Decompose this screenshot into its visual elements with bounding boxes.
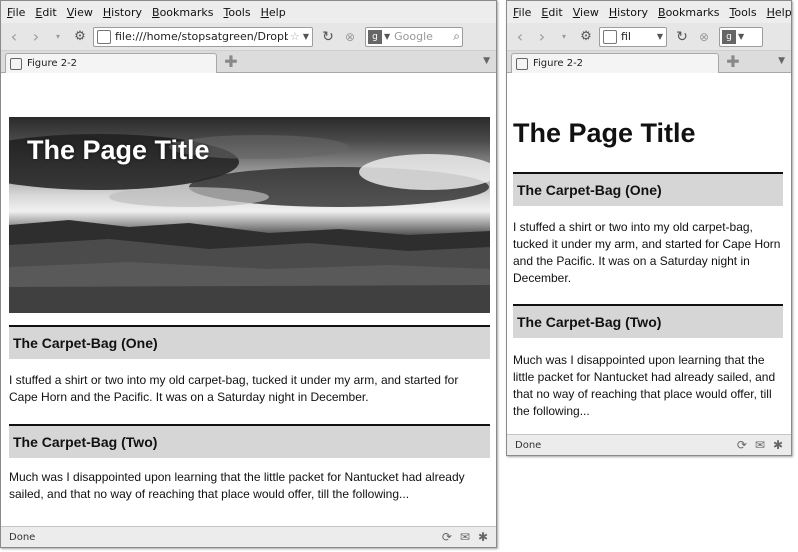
section-heading-two: The Carpet-Bag (Two) xyxy=(9,424,490,458)
history-dropdown-icon[interactable]: ▾ xyxy=(555,28,573,46)
section-heading-one: The Carpet-Bag (One) xyxy=(513,172,783,206)
chevron-down-icon[interactable]: ▼ xyxy=(483,56,490,66)
page-icon xyxy=(97,29,111,44)
browser-window-small: File Edit View History Bookmarks Tools H… xyxy=(506,0,792,456)
bug-icon[interactable]: ✱ xyxy=(478,530,488,544)
tab-title: Figure 2-2 xyxy=(533,58,584,69)
forward-button[interactable]: › xyxy=(27,27,45,46)
sync-icon[interactable]: ⟳ xyxy=(442,530,452,544)
menu-history[interactable]: History xyxy=(609,6,648,19)
menu-edit[interactable]: Edit xyxy=(35,6,56,19)
tab-title: Figure 2-2 xyxy=(27,58,78,69)
sync-icon[interactable]: ⟳ xyxy=(737,438,747,452)
search-engine-icon[interactable]: g xyxy=(368,29,382,44)
menu-file[interactable]: File xyxy=(7,6,25,19)
home-icon[interactable]: ⚙ xyxy=(71,28,89,46)
plus-icon[interactable]: ✚ xyxy=(223,54,239,70)
tab-bar: Figure 2-2 ✚ ▼ xyxy=(507,51,791,73)
section-heading-two: The Carpet-Bag (Two) xyxy=(513,304,783,338)
browser-window-large: File Edit View History Bookmarks Tools H… xyxy=(0,0,497,548)
chevron-down-icon[interactable]: ▼ xyxy=(778,56,785,66)
hero-banner-image: The Page Title xyxy=(9,117,490,313)
tab-bar: Figure 2-2 ✚ ▼ xyxy=(1,51,496,73)
navigation-toolbar: ‹ › ▾ ⚙ file:///home/stopsatgreen/Dropbo… xyxy=(1,23,496,51)
magnifier-icon[interactable]: ⌕ xyxy=(453,29,460,44)
menu-bookmarks[interactable]: Bookmarks xyxy=(658,6,719,19)
navigation-toolbar: ‹ › ▾ ⚙ fil ▼ ↻ ⊗ g ▼ xyxy=(507,23,791,51)
menu-bookmarks[interactable]: Bookmarks xyxy=(152,6,213,19)
tab-figure-2-2[interactable]: Figure 2-2 xyxy=(511,53,719,73)
reload-icon[interactable]: ↻ xyxy=(319,28,337,46)
forward-button[interactable]: › xyxy=(533,27,551,46)
menu-tools[interactable]: Tools xyxy=(729,6,756,19)
search-bar[interactable]: g ▼ xyxy=(719,26,763,47)
tab-figure-2-2[interactable]: Figure 2-2 xyxy=(5,53,217,73)
search-engine-icon[interactable]: g xyxy=(722,29,736,44)
search-placeholder[interactable]: Google xyxy=(394,30,453,43)
page-icon xyxy=(603,29,617,44)
page-title: The Page Title xyxy=(27,135,210,165)
plus-icon[interactable]: ✚ xyxy=(725,54,741,70)
section-text-two: Much was I disappointed upon learning th… xyxy=(513,353,776,418)
status-bar: Done ⟳ ✉ ✱ xyxy=(507,434,791,455)
url-text[interactable]: fil xyxy=(621,30,654,43)
section-text-one: I stuffed a shirt or two into my old car… xyxy=(513,220,781,285)
section-text-one: I stuffed a shirt or two into my old car… xyxy=(9,373,459,404)
status-text: Done xyxy=(9,531,36,543)
url-bar[interactable]: fil ▼ xyxy=(599,26,667,47)
home-icon[interactable]: ⚙ xyxy=(577,28,595,46)
menu-edit[interactable]: Edit xyxy=(541,6,562,19)
menu-file[interactable]: File xyxy=(513,6,531,19)
search-engine-dropdown-icon[interactable]: ▼ xyxy=(384,32,390,41)
stop-icon[interactable]: ⊗ xyxy=(695,28,713,46)
back-button[interactable]: ‹ xyxy=(5,27,23,46)
search-engine-dropdown-icon[interactable]: ▼ xyxy=(738,32,744,41)
status-text: Done xyxy=(515,439,542,451)
url-dropdown-icon[interactable]: ▼ xyxy=(303,32,309,41)
page-icon xyxy=(10,57,22,70)
menubar: File Edit View History Bookmarks Tools H… xyxy=(1,1,496,23)
menu-help[interactable]: Help xyxy=(261,6,286,19)
url-text[interactable]: file:///home/stopsatgreen/Dropbox xyxy=(115,30,288,43)
history-dropdown-icon[interactable]: ▾ xyxy=(49,28,67,46)
bug-icon[interactable]: ✱ xyxy=(773,438,783,452)
back-button[interactable]: ‹ xyxy=(511,27,529,46)
mail-icon[interactable]: ✉ xyxy=(755,438,765,452)
menu-view[interactable]: View xyxy=(67,6,93,19)
section-heading-one: The Carpet-Bag (One) xyxy=(9,325,490,359)
menubar: File Edit View History Bookmarks Tools H… xyxy=(507,1,791,23)
stop-icon[interactable]: ⊗ xyxy=(341,28,359,46)
page-title: The Page Title xyxy=(513,118,696,148)
section-text-two: Much was I disappointed upon learning th… xyxy=(9,470,465,501)
page-content: The Page Title The Carpet-Bag (One) I st… xyxy=(507,74,791,434)
reload-icon[interactable]: ↻ xyxy=(673,28,691,46)
menu-help[interactable]: Help xyxy=(767,6,791,19)
status-bar: Done ⟳ ✉ ✱ xyxy=(1,526,496,547)
page-content: The Page Title The Carpet-Bag (One) I st… xyxy=(1,74,496,526)
page-icon xyxy=(516,57,528,70)
menu-tools[interactable]: Tools xyxy=(223,6,250,19)
search-bar[interactable]: g ▼ Google ⌕ xyxy=(365,26,463,47)
menu-history[interactable]: History xyxy=(103,6,142,19)
url-dropdown-icon[interactable]: ▼ xyxy=(657,32,663,41)
mail-icon[interactable]: ✉ xyxy=(460,530,470,544)
url-bar[interactable]: file:///home/stopsatgreen/Dropbox ☆ ▼ xyxy=(93,26,313,47)
menu-view[interactable]: View xyxy=(573,6,599,19)
star-icon[interactable]: ☆ xyxy=(290,30,300,43)
